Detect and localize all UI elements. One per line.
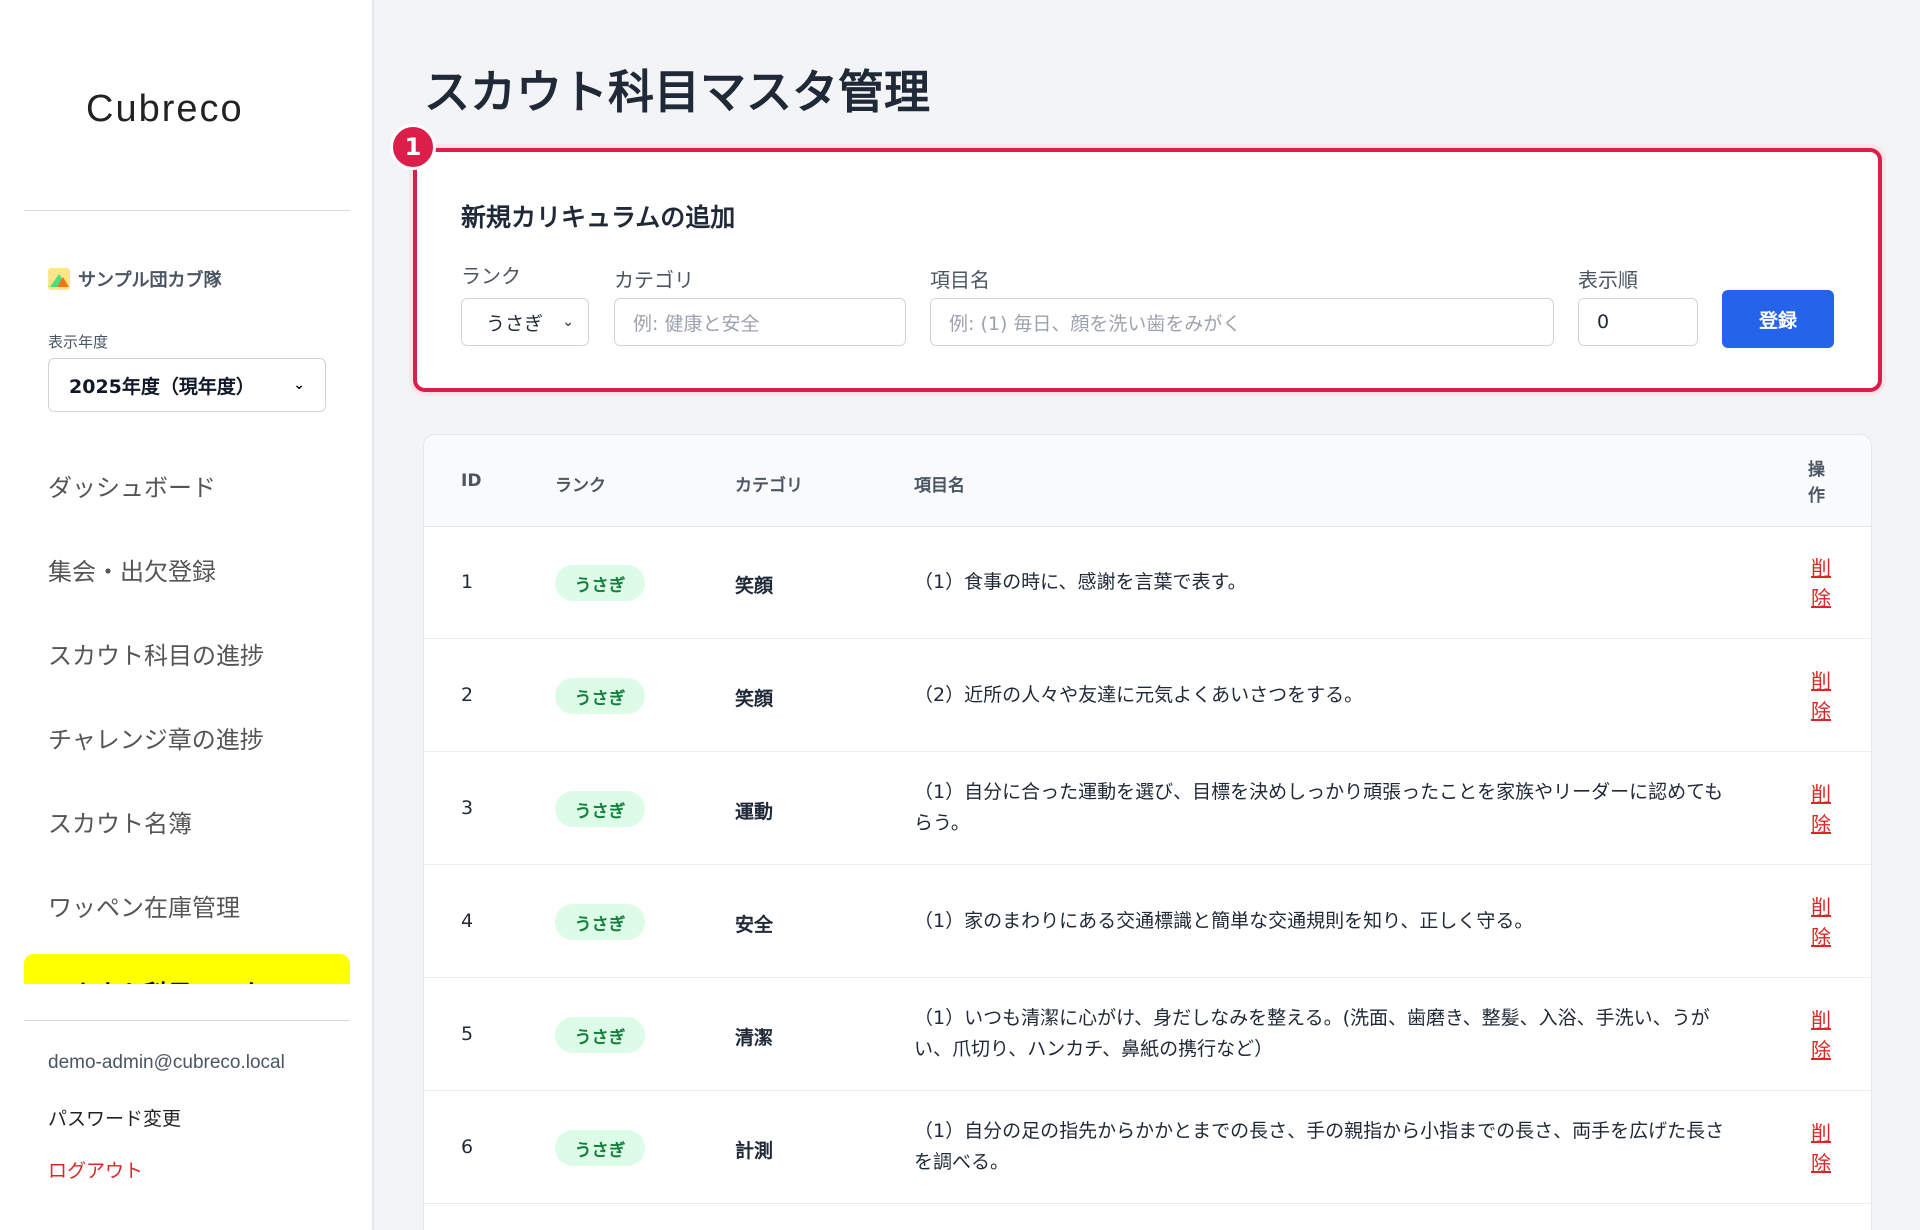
category-input[interactable]: 例: 健康と安全 bbox=[614, 298, 906, 346]
change-password-link[interactable]: パスワード変更 bbox=[48, 1104, 181, 1131]
table-header: ID ランク カテゴリ 項目名 操作 bbox=[424, 435, 1871, 527]
delete-link[interactable]: 削除 bbox=[1809, 1005, 1833, 1065]
row-category: 安全 bbox=[735, 914, 774, 936]
th-rank: ランク bbox=[555, 476, 606, 496]
year-select[interactable]: 2025年度（現年度） ⌄ bbox=[48, 358, 326, 412]
nav-meeting-attendance[interactable]: 集会・出欠登録 bbox=[48, 552, 216, 587]
sidebar-divider bbox=[24, 210, 350, 211]
th-category: カテゴリ bbox=[735, 476, 803, 496]
category-placeholder: 例: 健康と安全 bbox=[633, 312, 760, 335]
row-id: 2 bbox=[461, 684, 474, 706]
table-row: 5 うさぎ 清潔 （1）いつも清潔に心がけ、身だしなみを整える。(洗面、歯磨き、… bbox=[424, 979, 1871, 1091]
year-label: 表示年度 bbox=[48, 333, 109, 351]
delete-link[interactable]: 削除 bbox=[1809, 779, 1833, 839]
camp-icon bbox=[48, 268, 70, 290]
app-logo[interactable]: Cubreco bbox=[86, 88, 244, 131]
org-name-label: サンプル団カブ隊 bbox=[78, 270, 222, 291]
delete-link[interactable]: 削除 bbox=[1809, 1118, 1833, 1178]
rank-badge: うさぎ bbox=[555, 678, 645, 714]
rank-badge: うさぎ bbox=[555, 904, 645, 940]
nav-scout-master[interactable]: スカウト科目マスタ bbox=[24, 954, 350, 984]
item-name-input[interactable]: 例: (1) 毎日、顔を洗い歯をみがく bbox=[930, 298, 1554, 346]
order-label: 表示順 bbox=[1578, 268, 1638, 292]
rank-badge: うさぎ bbox=[555, 1130, 645, 1166]
page-title: スカウト科目マスタ管理 bbox=[424, 65, 930, 119]
delete-link[interactable]: 削除 bbox=[1809, 892, 1833, 952]
rank-label: ランク bbox=[461, 264, 521, 288]
row-item: （1）自分の足の指先からかかとまでの長さ、手の親指から小指までの長さ、両手を広げ… bbox=[914, 1120, 1725, 1173]
row-category: 笑顔 bbox=[735, 688, 774, 710]
row-item: （1）いつも清潔に心がけ、身だしなみを整える。(洗面、歯磨き、整髪、入浴、手洗い… bbox=[914, 1007, 1710, 1060]
org-name: サンプル団カブ隊 bbox=[48, 266, 221, 292]
sidebar: Cubreco サンプル団カブ隊 表示年度 2025年度（現年度） ⌄ ダッシュ… bbox=[0, 0, 374, 1230]
table-row: 3 うさぎ 運動 （1）自分に合った運動を選び、目標を決めしっかり頑張ったことを… bbox=[424, 753, 1871, 865]
delete-link[interactable]: 削除 bbox=[1809, 666, 1833, 726]
rank-badge: うさぎ bbox=[555, 1017, 645, 1053]
delete-link[interactable]: 削除 bbox=[1809, 553, 1833, 613]
nav-scout-progress[interactable]: スカウト科目の進捗 bbox=[48, 636, 264, 671]
row-id: 5 bbox=[461, 1023, 474, 1045]
rank-select[interactable]: うさぎ ⌄ bbox=[461, 298, 589, 346]
nav-challenge-progress[interactable]: チャレンジ章の進捗 bbox=[48, 720, 264, 755]
order-input[interactable]: 0 bbox=[1578, 298, 1698, 346]
curriculum-table: ID ランク カテゴリ 項目名 操作 1 うさぎ 笑顔 （1）食事の時に、感謝を… bbox=[423, 434, 1872, 1230]
table-row: 2 うさぎ 笑顔 （2）近所の人々や友達に元気よくあいさつをする。 削除 bbox=[424, 640, 1871, 752]
row-id: 4 bbox=[461, 910, 474, 932]
nav-scout-roster[interactable]: スカウト名簿 bbox=[48, 804, 192, 839]
rank-badge: うさぎ bbox=[555, 565, 645, 601]
row-item: （1）食事の時に、感謝を言葉で表す。 bbox=[914, 571, 1247, 593]
row-category: 計測 bbox=[735, 1140, 774, 1162]
row-item: （2）近所の人々や友達に元気よくあいさつをする。 bbox=[914, 684, 1364, 706]
table-row: 1 うさぎ 笑顔 （1）食事の時に、感謝を言葉で表す。 削除 bbox=[424, 527, 1871, 639]
rank-select-value: うさぎ bbox=[486, 312, 544, 335]
th-id: ID bbox=[461, 471, 482, 491]
nav-patch-inventory[interactable]: ワッペン在庫管理 bbox=[48, 888, 240, 923]
order-value: 0 bbox=[1597, 311, 1610, 333]
logout-link[interactable]: ログアウト bbox=[48, 1156, 143, 1183]
row-item: （1）自分に合った運動を選び、目標を決めしっかり頑張ったことを家族やリーダーに認… bbox=[914, 781, 1724, 834]
row-category: 運動 bbox=[735, 801, 774, 823]
nav-dashboard[interactable]: ダッシュボード bbox=[48, 468, 216, 503]
sidebar-divider bbox=[24, 1020, 350, 1021]
user-email: demo-admin@cubreco.local bbox=[48, 1052, 285, 1073]
row-item: （1）家のまわりにある交通標識と簡単な交通規則を知り、正しく守る。 bbox=[914, 910, 1534, 932]
year-select-value: 2025年度（現年度） bbox=[69, 375, 255, 398]
step-badge: 1 bbox=[390, 124, 436, 170]
row-id: 6 bbox=[461, 1136, 474, 1158]
row-category: 清潔 bbox=[735, 1027, 774, 1049]
item-label: 項目名 bbox=[930, 268, 990, 292]
form-title: 新規カリキュラムの追加 bbox=[461, 203, 736, 232]
item-placeholder: 例: (1) 毎日、顔を洗い歯をみがく bbox=[949, 312, 1242, 335]
rank-badge: うさぎ bbox=[555, 791, 645, 827]
chevron-down-icon: ⌄ bbox=[293, 377, 305, 393]
row-category: 笑顔 bbox=[735, 575, 774, 597]
th-item: 項目名 bbox=[914, 476, 965, 496]
row-id: 1 bbox=[461, 571, 474, 593]
th-action: 操作 bbox=[1808, 460, 1825, 506]
table-row: 6 うさぎ 計測 （1）自分の足の指先からかかとまでの長さ、手の親指から小指まで… bbox=[424, 1092, 1871, 1204]
category-label: カテゴリ bbox=[614, 268, 694, 292]
register-button[interactable]: 登録 bbox=[1722, 290, 1834, 348]
row-id: 3 bbox=[461, 797, 474, 819]
chevron-down-icon: ⌄ bbox=[562, 314, 574, 330]
nav-scout-master-label: スカウト科目マスタ bbox=[48, 974, 264, 984]
table-row: 4 うさぎ 安全 （1）家のまわりにある交通標識と簡単な交通規則を知り、正しく守… bbox=[424, 866, 1871, 978]
